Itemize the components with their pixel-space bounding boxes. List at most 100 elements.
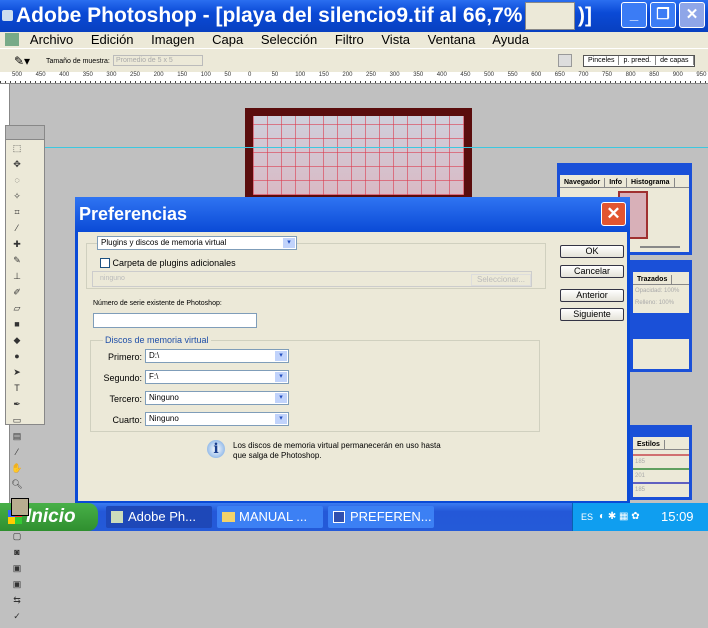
task-manual[interactable]: MANUAL ...	[217, 506, 323, 528]
eyedropper-icon[interactable]: ✎▾	[14, 54, 30, 68]
clock: 15:09	[661, 509, 694, 524]
sample-size-label: Tamaño de muestra:	[46, 58, 110, 65]
tab-info[interactable]: Info	[605, 178, 628, 187]
system-tray: ES ◐ ✱ ▦ ✿ 15:09	[572, 503, 708, 531]
palette-tab-capas[interactable]: de capas	[656, 56, 694, 65]
screen-mode-icon[interactable]: ▣	[9, 563, 25, 577]
menu-vista[interactable]: Vista	[381, 32, 410, 47]
menu-filtro[interactable]: Filtro	[335, 32, 364, 47]
task-preferencias[interactable]: PREFEREN...	[328, 506, 434, 528]
horizontal-ruler: 500 450 400 350 300 250 200 150 100 50 0 50 100 150 20…	[0, 72, 708, 84]
ruler-tick-label: 400	[436, 72, 447, 78]
tab-navegador[interactable]: Navegador	[560, 178, 606, 187]
ruler-tick-label: 600	[531, 72, 542, 78]
first-disk-select[interactable]: D:\ ▾	[145, 349, 289, 363]
slice-tool-icon[interactable]: ⁄	[9, 223, 25, 237]
history-brush-icon[interactable]: ✐	[9, 287, 25, 301]
guide-line[interactable]	[10, 147, 708, 148]
menu-imagen[interactable]: Imagen	[151, 32, 194, 47]
red-slider[interactable]: 185	[633, 454, 689, 468]
menu-capa[interactable]: Capa	[212, 32, 243, 47]
fill-row[interactable]: Relleno: 100%	[633, 297, 689, 309]
fourth-disk-select[interactable]: Ninguno ▾	[145, 412, 289, 426]
minimize-button[interactable]: _	[621, 2, 647, 28]
crop-tool-icon[interactable]: ⌗	[9, 207, 25, 221]
preferences-dialog: Preferencias ✕ Plugins y discos de memor…	[75, 197, 630, 504]
app-menu-icon[interactable]	[5, 33, 19, 46]
ruler-tick-label: 50	[271, 72, 279, 78]
palette-tab-pinceles[interactable]: Pinceles	[584, 56, 620, 65]
language-indicator[interactable]: ES	[581, 512, 593, 522]
next-button[interactable]: Siguiente	[560, 308, 624, 321]
tab-histograma[interactable]: Histograma	[627, 178, 675, 187]
stamp-tool-icon[interactable]: ⊥	[9, 271, 25, 285]
hand-tool-icon[interactable]: ✋	[9, 463, 25, 477]
third-disk-select[interactable]: Ninguno ▾	[145, 391, 289, 405]
ruler-tick-label: 450	[35, 72, 46, 78]
quickmask-mode-icon[interactable]: ◙	[9, 547, 25, 561]
tab-estilos[interactable]: Estilos	[633, 440, 665, 449]
healing-brush-icon[interactable]: ✚	[9, 239, 25, 253]
file-browser-icon[interactable]	[558, 54, 572, 67]
eyedropper-tool-icon[interactable]: ⁄	[9, 447, 25, 461]
type-tool-icon[interactable]: T	[9, 383, 25, 397]
menu-bar: Archivo Edición Imagen Capa Selección Fi…	[0, 32, 708, 48]
gradient-tool-icon[interactable]: ■	[9, 319, 25, 333]
serial-input[interactable]	[93, 313, 257, 328]
toolbox: ⬚✥ ◌✧ ⌗⁄ ✚✎ ⊥✐ ▱■ ◆● ➤T ✒▭ ▤⁄ ✋🔍︎ ▢◙ ▣▣ …	[5, 125, 45, 621]
lasso-tool-icon[interactable]: ◌	[9, 175, 25, 189]
imageready-icon[interactable]: ⇆	[9, 595, 25, 609]
toolbox-header[interactable]	[6, 126, 44, 140]
menu-archivo[interactable]: Archivo	[30, 32, 73, 47]
ruler-tick-label: 900	[672, 72, 683, 78]
fourth-disk-label: Cuarto:	[112, 415, 142, 425]
ruler-tick-label: 850	[649, 72, 660, 78]
marquee-tool-icon[interactable]: ⬚	[9, 143, 25, 157]
zoom-slider[interactable]	[640, 246, 680, 248]
checkbox-box[interactable]	[100, 258, 110, 268]
sample-size-select[interactable]: Promedio de 5 x 5	[113, 55, 203, 66]
menu-seleccion[interactable]: Selección	[261, 32, 317, 47]
ok-button[interactable]: OK	[560, 245, 624, 258]
shape-tool-icon[interactable]: ▭	[9, 415, 25, 429]
previous-button[interactable]: Anterior	[560, 289, 624, 302]
pen-tool-icon[interactable]: ✒	[9, 399, 25, 413]
blue-slider[interactable]: 185	[633, 482, 689, 496]
tab-trazados[interactable]: Trazados	[633, 275, 673, 284]
plugins-path: ninguno	[100, 275, 125, 282]
opacity-row[interactable]: Opacidad: 100%	[633, 285, 689, 297]
menu-ventana[interactable]: Ventana	[428, 32, 476, 47]
dialog-close-button[interactable]: ✕	[601, 202, 626, 226]
menu-edicion[interactable]: Edición	[91, 32, 134, 47]
menu-ayuda[interactable]: Ayuda	[492, 32, 529, 47]
dodge-tool-icon[interactable]: ●	[9, 351, 25, 365]
zoom-tool-icon[interactable]: 🔍︎	[9, 479, 25, 493]
notes-tool-icon[interactable]: ▤	[9, 431, 25, 445]
jump-icon[interactable]: ✓	[9, 611, 25, 625]
cancel-button[interactable]: Cancelar	[560, 265, 624, 278]
move-tool-icon[interactable]: ✥	[9, 159, 25, 173]
standard-mode-icon[interactable]: ▢	[9, 531, 25, 545]
section-select[interactable]: Plugins y discos de memoria virtual ▾	[97, 236, 297, 250]
magic-wand-icon[interactable]: ✧	[9, 191, 25, 205]
plugins-checkbox[interactable]: Carpeta de plugins adicionales	[100, 258, 239, 268]
close-button[interactable]: ✕	[679, 2, 705, 28]
ruler-tick-label: 750	[602, 72, 613, 78]
tray-icons[interactable]: ◐ ✱ ▦ ✿	[599, 511, 640, 522]
selected-layer[interactable]	[633, 313, 689, 339]
green-slider[interactable]: 201	[633, 468, 689, 482]
foreground-color[interactable]	[11, 498, 29, 516]
task-photoshop[interactable]: Adobe Ph...	[106, 506, 212, 528]
fullscreen-mode-icon[interactable]: ▣	[9, 579, 25, 593]
blur-tool-icon[interactable]: ◆	[9, 335, 25, 349]
ruler-tick-label: 350	[413, 72, 424, 78]
eraser-tool-icon[interactable]: ▱	[9, 303, 25, 317]
brush-tool-icon[interactable]: ✎	[9, 255, 25, 269]
palette-tab-preestablecidos[interactable]: p. preed.	[619, 56, 657, 65]
path-select-icon[interactable]: ➤	[9, 367, 25, 381]
document-image[interactable]	[245, 108, 472, 203]
maximize-button[interactable]: ❐	[650, 2, 676, 28]
second-disk-select[interactable]: F:\ ▾	[145, 370, 289, 384]
photoshop-task-icon	[111, 511, 123, 523]
ruler-tick-label: 200	[153, 72, 164, 78]
